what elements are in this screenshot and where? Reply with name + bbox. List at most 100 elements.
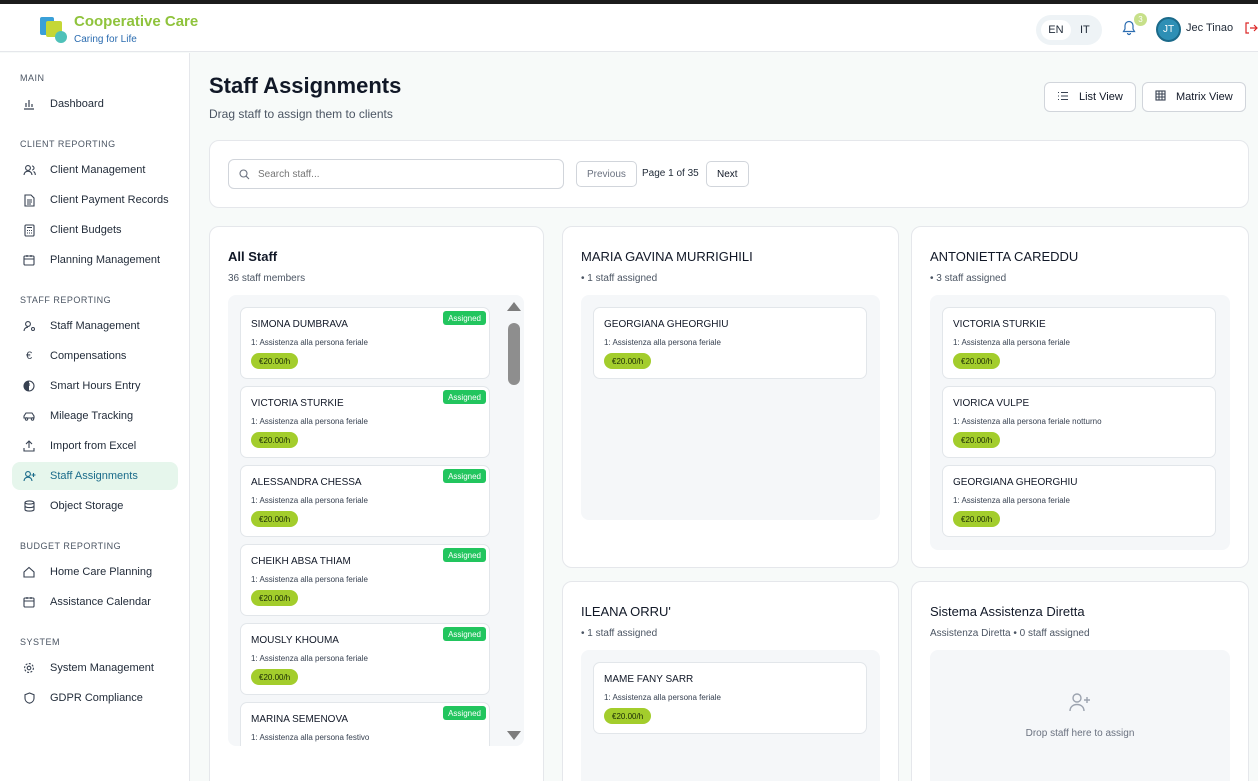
sidebar-item-planning-management[interactable]: Planning Management (12, 246, 178, 274)
staff-role: 1: Assistenza alla persona feriale (251, 575, 368, 584)
language-switcher: EN IT (1036, 15, 1102, 45)
all-staff-list[interactable]: SIMONA DUMBRAVA 1: Assistenza alla perso… (228, 295, 524, 746)
staff-role: 1: Assistenza alla persona feriale (251, 496, 368, 505)
sidebar-item-assistance-calendar[interactable]: Assistance Calendar (12, 588, 178, 616)
sidebar-item-mileage-tracking[interactable]: Mileage Tracking (12, 402, 178, 430)
client-dropzone[interactable]: Drop staff here to assign (930, 650, 1230, 781)
client-name: ANTONIETTA CAREDDU (930, 249, 1079, 264)
staff-card[interactable]: GEORGIANA GHEORGHIU 1: Assistenza alla p… (593, 307, 867, 379)
staff-list-scrollbar[interactable] (506, 299, 522, 743)
brand-subtitle: Caring for Life (74, 34, 137, 45)
search-box[interactable] (228, 159, 564, 189)
sidebar-item-system-management[interactable]: System Management (12, 654, 178, 682)
logout-icon[interactable] (1244, 21, 1258, 35)
app-logo-icon[interactable] (38, 15, 68, 45)
staff-name: CHEIKH ABSA THIAM (251, 556, 351, 567)
sidebar-item-label: Dashboard (50, 98, 104, 110)
sidebar-item-client-management[interactable]: Client Management (12, 156, 178, 184)
euro-icon: € (25, 350, 33, 362)
staff-role: 1: Assistenza alla persona feriale (251, 417, 368, 426)
sidebar-item-client-budgets[interactable]: Client Budgets (12, 216, 178, 244)
staff-name: MOUSLY KHOUMA (251, 635, 339, 646)
client-dropzone[interactable]: GEORGIANA GHEORGHIU 1: Assistenza alla p… (581, 295, 880, 520)
staff-role: 1: Assistenza alla persona feriale (251, 654, 368, 663)
staff-card[interactable]: SIMONA DUMBRAVA 1: Assistenza alla perso… (240, 307, 490, 379)
staff-card[interactable]: GEORGIANA GHEORGHIU 1: Assistenza alla p… (942, 465, 1216, 537)
list-view-label: List View (1079, 91, 1123, 103)
staff-card[interactable]: MAME FANY SARR 1: Assistenza alla person… (593, 662, 867, 734)
staff-card[interactable]: MOUSLY KHOUMA 1: Assistenza alla persona… (240, 623, 490, 695)
assigned-badge: Assigned (443, 390, 486, 404)
staff-card[interactable]: VIORICA VULPE 1: Assistenza alla persona… (942, 386, 1216, 458)
staff-card[interactable]: CHEIKH ABSA THIAM 1: Assistenza alla per… (240, 544, 490, 616)
client-assigned-count: Assistenza Diretta • 0 staff assigned (930, 628, 1090, 639)
staff-toolbar: Previous Page 1 of 35 Next (209, 140, 1249, 208)
client-dropzone[interactable]: MAME FANY SARR 1: Assistenza alla person… (581, 650, 880, 781)
sidebar-section-client-reporting: CLIENT REPORTING (20, 139, 116, 149)
sidebar-item-object-storage[interactable]: Object Storage (12, 492, 178, 520)
sidebar-item-import-from-excel[interactable]: Import from Excel (12, 432, 178, 460)
bar-chart-icon (22, 97, 36, 111)
sidebar-item-smart-hours-entry[interactable]: Smart Hours Entry (12, 372, 178, 400)
page-title: Staff Assignments (209, 73, 402, 98)
sidebar-item-staff-management[interactable]: Staff Management (12, 312, 178, 340)
brand-title[interactable]: Cooperative Care (74, 13, 198, 30)
sidebar-section-system: SYSTEM (20, 637, 61, 647)
sidebar-item-label: System Management (50, 662, 154, 674)
client-assigned-count: • 1 staff assigned (581, 273, 658, 284)
staff-card[interactable]: MARINA SEMENOVA 1: Assistenza alla perso… (240, 702, 490, 746)
list-view-button[interactable]: List View (1044, 82, 1136, 112)
staff-card[interactable]: VICTORIA STURKIE 1: Assistenza alla pers… (942, 307, 1216, 379)
staff-name: ALESSANDRA CHESSA (251, 477, 362, 488)
staff-card[interactable]: ALESSANDRA CHESSA 1: Assistenza alla per… (240, 465, 490, 537)
sidebar-item-label: Planning Management (50, 254, 161, 266)
matrix-view-label: Matrix View (1176, 91, 1233, 103)
sidebar-item-label: Staff Assignments (50, 470, 138, 482)
sidebar-item-client-payment-records[interactable]: Client Payment Records (12, 186, 178, 214)
staff-name: VIORICA VULPE (953, 398, 1030, 409)
main-content: Staff Assignments Drag staff to assign t… (191, 53, 1258, 781)
staff-card[interactable]: VICTORIA STURKIE 1: Assistenza alla pers… (240, 386, 490, 458)
sidebar-item-label: Import from Excel (50, 440, 137, 452)
next-page-button[interactable]: Next (706, 161, 749, 187)
previous-page-button[interactable]: Previous (576, 161, 637, 187)
sidebar-item-home-care-planning[interactable]: Home Care Planning (12, 558, 178, 586)
staff-name: MARINA SEMENOVA (251, 714, 349, 725)
client-dropzone[interactable]: VICTORIA STURKIE 1: Assistenza alla pers… (930, 295, 1230, 550)
sidebar-item-compensations[interactable]: € Compensations (12, 342, 178, 370)
sidebar-item-staff-assignments[interactable]: Staff Assignments (12, 462, 178, 490)
assigned-badge: Assigned (443, 469, 486, 483)
calendar-icon (22, 253, 36, 267)
scroll-up-arrow-icon[interactable] (507, 302, 521, 311)
staff-name: VICTORIA STURKIE (953, 319, 1046, 330)
rate-badge: €20.00/h (251, 590, 299, 606)
all-staff-count: 36 staff members (228, 273, 306, 284)
sidebar-item-dashboard[interactable]: Dashboard (12, 90, 178, 118)
list-icon (1057, 91, 1069, 104)
top-bar: Cooperative Care Caring for Life EN IT 3… (0, 4, 1258, 52)
matrix-view-button[interactable]: Matrix View (1142, 82, 1246, 112)
calendar-icon (22, 595, 36, 609)
language-it-button[interactable]: IT (1073, 20, 1097, 40)
sidebar-item-label: Client Payment Records (50, 194, 169, 206)
sidebar-item-label: Mileage Tracking (50, 410, 134, 422)
language-en-button[interactable]: EN (1041, 20, 1071, 40)
rate-badge: €20.00/h (251, 511, 299, 527)
home-icon (22, 565, 36, 579)
search-input[interactable] (258, 168, 538, 180)
user-avatar[interactable]: JT (1156, 17, 1181, 42)
sidebar-section-main: MAIN (20, 73, 45, 83)
rate-badge: €20.00/h (953, 511, 1001, 527)
database-icon (22, 499, 36, 513)
staff-role: 1: Assistenza alla persona feriale (953, 496, 1070, 505)
scroll-thumb[interactable] (508, 323, 520, 385)
sidebar-item-label: Object Storage (50, 500, 124, 512)
staff-name: MAME FANY SARR (604, 674, 694, 685)
calculator-icon (22, 223, 36, 237)
user-name[interactable]: Jec Tinao (1186, 22, 1233, 34)
notification-badge: 3 (1134, 13, 1147, 26)
grid-icon (1155, 90, 1166, 104)
assigned-badge: Assigned (443, 311, 486, 325)
scroll-down-arrow-icon[interactable] (507, 731, 521, 740)
sidebar-item-gdpr-compliance[interactable]: GDPR Compliance (12, 684, 178, 712)
